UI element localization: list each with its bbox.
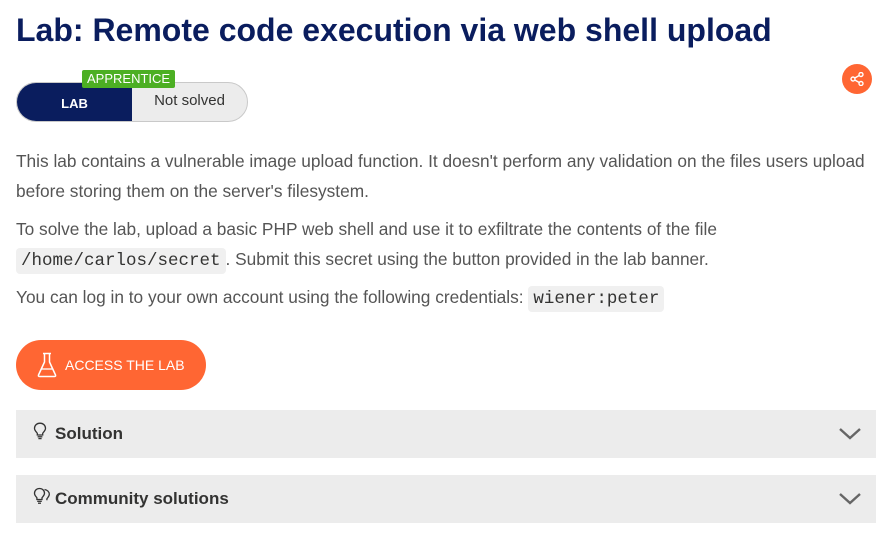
access-lab-label: ACCESS THE LAB xyxy=(65,357,185,373)
lightbulbs-icon xyxy=(33,487,51,510)
access-lab-button[interactable]: ACCESS THE LAB xyxy=(16,340,206,390)
secret-file-path: /home/carlos/secret xyxy=(16,248,226,274)
description-paragraph-1: This lab contains a vulnerable image upl… xyxy=(16,151,865,201)
solution-label: Solution xyxy=(55,424,123,443)
chevron-down-icon xyxy=(839,428,861,440)
lab-label: LAB xyxy=(17,83,132,121)
lab-status-pill: LAB Not solved xyxy=(16,82,248,122)
description-paragraph-3: You can log in to your own account using… xyxy=(16,282,878,314)
description-paragraph-2: To solve the lab, upload a basic PHP web… xyxy=(16,214,878,276)
credentials-code: wiener:peter xyxy=(528,286,665,312)
share-button[interactable] xyxy=(842,64,872,94)
solution-accordion[interactable]: Solution xyxy=(16,410,876,458)
lab-status-widget: LAB Not solved APPRENTICE xyxy=(16,70,248,122)
flask-icon xyxy=(37,352,57,378)
p2-text-before: To solve the lab, upload a basic PHP web… xyxy=(16,219,717,239)
p2-text-after: . Submit this secret using the button pr… xyxy=(225,249,709,269)
level-badge: APPRENTICE xyxy=(82,70,176,88)
community-solutions-label: Community solutions xyxy=(55,489,229,508)
page-title: Lab: Remote code execution via web shell… xyxy=(16,12,772,48)
lightbulb-icon xyxy=(33,422,47,445)
share-icon xyxy=(850,72,864,86)
lab-page: Lab: Remote code execution via web shell… xyxy=(0,0,894,537)
community-solutions-accordion[interactable]: Community solutions xyxy=(16,475,876,523)
chevron-down-icon xyxy=(839,493,861,505)
p3-text-before: You can log in to your own account using… xyxy=(16,287,529,307)
